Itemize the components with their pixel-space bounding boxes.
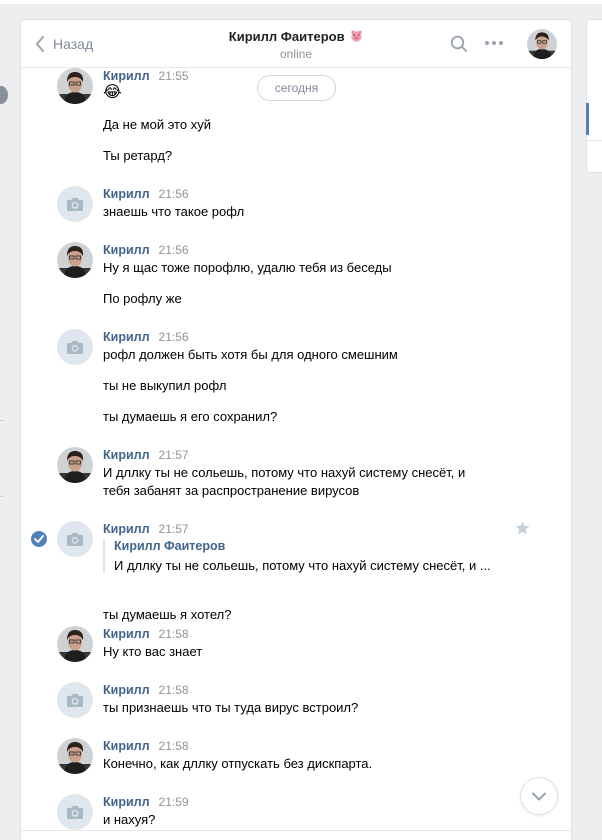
message-text: Ну кто вас знает [103, 644, 203, 659]
message-text: Ты ретард? [103, 148, 173, 163]
message-time[interactable]: 21:57 [159, 448, 189, 462]
message-time[interactable]: 21:56 [159, 187, 189, 201]
camera-icon [67, 197, 83, 211]
message-text: знаешь что такое рофл [103, 204, 245, 219]
left-divider [0, 496, 3, 497]
check-icon[interactable] [31, 531, 47, 547]
message-time[interactable]: 21:56 [159, 330, 189, 344]
avatar[interactable] [57, 738, 93, 774]
scroll-down-button[interactable] [520, 777, 558, 815]
camera-icon [67, 693, 83, 707]
message-header: Кирилл 21:58 [103, 682, 189, 697]
star-icon[interactable] [515, 521, 530, 538]
message-text: Ну я щас тоже порофлю, удалю тебя из бес… [103, 260, 392, 275]
right-menu-panel [586, 19, 602, 173]
message-author[interactable]: Кирилл [103, 522, 150, 536]
chat-panel: Назад Кирилл Фаитеров online сегодня Кир… [20, 19, 572, 840]
peer-status: online [279, 47, 313, 61]
camera-icon [67, 340, 83, 354]
message-header: Кирилл 21:56 [103, 242, 189, 257]
forwarded-author[interactable]: Кирилл Фаитеров [114, 539, 498, 553]
message-author[interactable]: Кирилл [103, 448, 150, 462]
message-text: ты признаешь что ты туда вирус встроил? [103, 700, 359, 715]
avatar[interactable] [57, 682, 93, 718]
message-header: Кирилл 21:59 [103, 794, 189, 809]
avatar[interactable] [57, 68, 93, 104]
message-author[interactable]: Кирилл [103, 739, 150, 753]
message-author[interactable]: Кирилл [103, 683, 150, 697]
message-author[interactable]: Кирилл [103, 243, 150, 257]
message-time[interactable]: 21:59 [159, 795, 189, 809]
message-time[interactable]: 21:58 [159, 627, 189, 641]
message-author[interactable]: Кирилл [103, 69, 150, 83]
message-time[interactable]: 21:56 [159, 243, 189, 257]
message-time[interactable]: 21:57 [159, 522, 189, 536]
right-menu-divider [587, 140, 602, 141]
message-time[interactable]: 21:55 [159, 69, 189, 83]
message-author[interactable]: Кирилл [103, 627, 150, 641]
message-author[interactable]: Кирилл [103, 330, 150, 344]
more-dots-icon[interactable] [485, 41, 503, 45]
pig-emoji-icon [351, 30, 362, 42]
message-header: Кирилл 21:57 [103, 447, 189, 462]
composer-divider [21, 830, 571, 831]
avatar[interactable] [57, 521, 93, 557]
avatar[interactable] [57, 186, 93, 222]
peer-info[interactable]: Кирилл Фаитеров online [21, 29, 571, 61]
header-avatar[interactable] [527, 29, 557, 59]
chat-header: Назад Кирилл Фаитеров online [21, 20, 571, 68]
message-header: Кирилл 21:58 [103, 738, 189, 753]
avatar[interactable] [57, 794, 93, 830]
message-text: ты не выкупил рофл [103, 378, 227, 393]
avatar[interactable] [57, 626, 93, 662]
peer-name[interactable]: Кирилл Фаитеров [229, 29, 345, 44]
avatar[interactable] [57, 447, 93, 483]
avatar[interactable] [57, 242, 93, 278]
message-header: Кирилл 21:55 [103, 68, 189, 83]
message-text: И дллку ты не сольешь, потому что нахуй … [103, 465, 466, 480]
message-text: ты думаешь я его сохранил? [103, 409, 278, 424]
date-separator: сегодня [257, 75, 336, 101]
message-text: 😂 [103, 84, 122, 101]
message-header: Кирилл 21:57 [103, 521, 189, 536]
message-header: Кирилл 21:56 [103, 329, 189, 344]
forwarded-text: И дллку ты не сольешь, потому что нахуй … [114, 558, 491, 573]
message-text: и нахуя? [103, 812, 156, 827]
message-text: рофл должен быть хотя бы для одного смеш… [103, 347, 398, 362]
left-sidebar-counter[interactable] [0, 86, 8, 104]
camera-icon [67, 805, 83, 819]
camera-icon [67, 532, 83, 546]
chevron-down-icon [532, 792, 546, 800]
message-text: Конечно, как дллку отпускать без дискпар… [103, 756, 373, 771]
top-bar [0, 0, 602, 4]
message-author[interactable]: Кирилл [103, 187, 150, 201]
message-text: Да не мой это хуй [103, 117, 211, 132]
message-time[interactable]: 21:58 [159, 739, 189, 753]
message-author[interactable]: Кирилл [103, 795, 150, 809]
search-icon [450, 35, 467, 52]
message-text: По рофлу же [103, 291, 182, 306]
message-header: Кирилл 21:58 [103, 626, 189, 641]
message-text: ты думаешь я хотел? [103, 607, 232, 622]
message-header: Кирилл 21:56 [103, 186, 189, 201]
message-time[interactable]: 21:58 [159, 683, 189, 697]
message-text: тебя забанят за распространение вирусов [103, 483, 360, 498]
search-button[interactable] [450, 35, 468, 56]
right-menu-active-indicator[interactable] [586, 103, 589, 135]
left-divider [0, 420, 3, 421]
forwarded-message[interactable]: Кирилл Фаитеров И дллку ты не сольешь, п… [103, 539, 498, 573]
avatar[interactable] [57, 329, 93, 365]
